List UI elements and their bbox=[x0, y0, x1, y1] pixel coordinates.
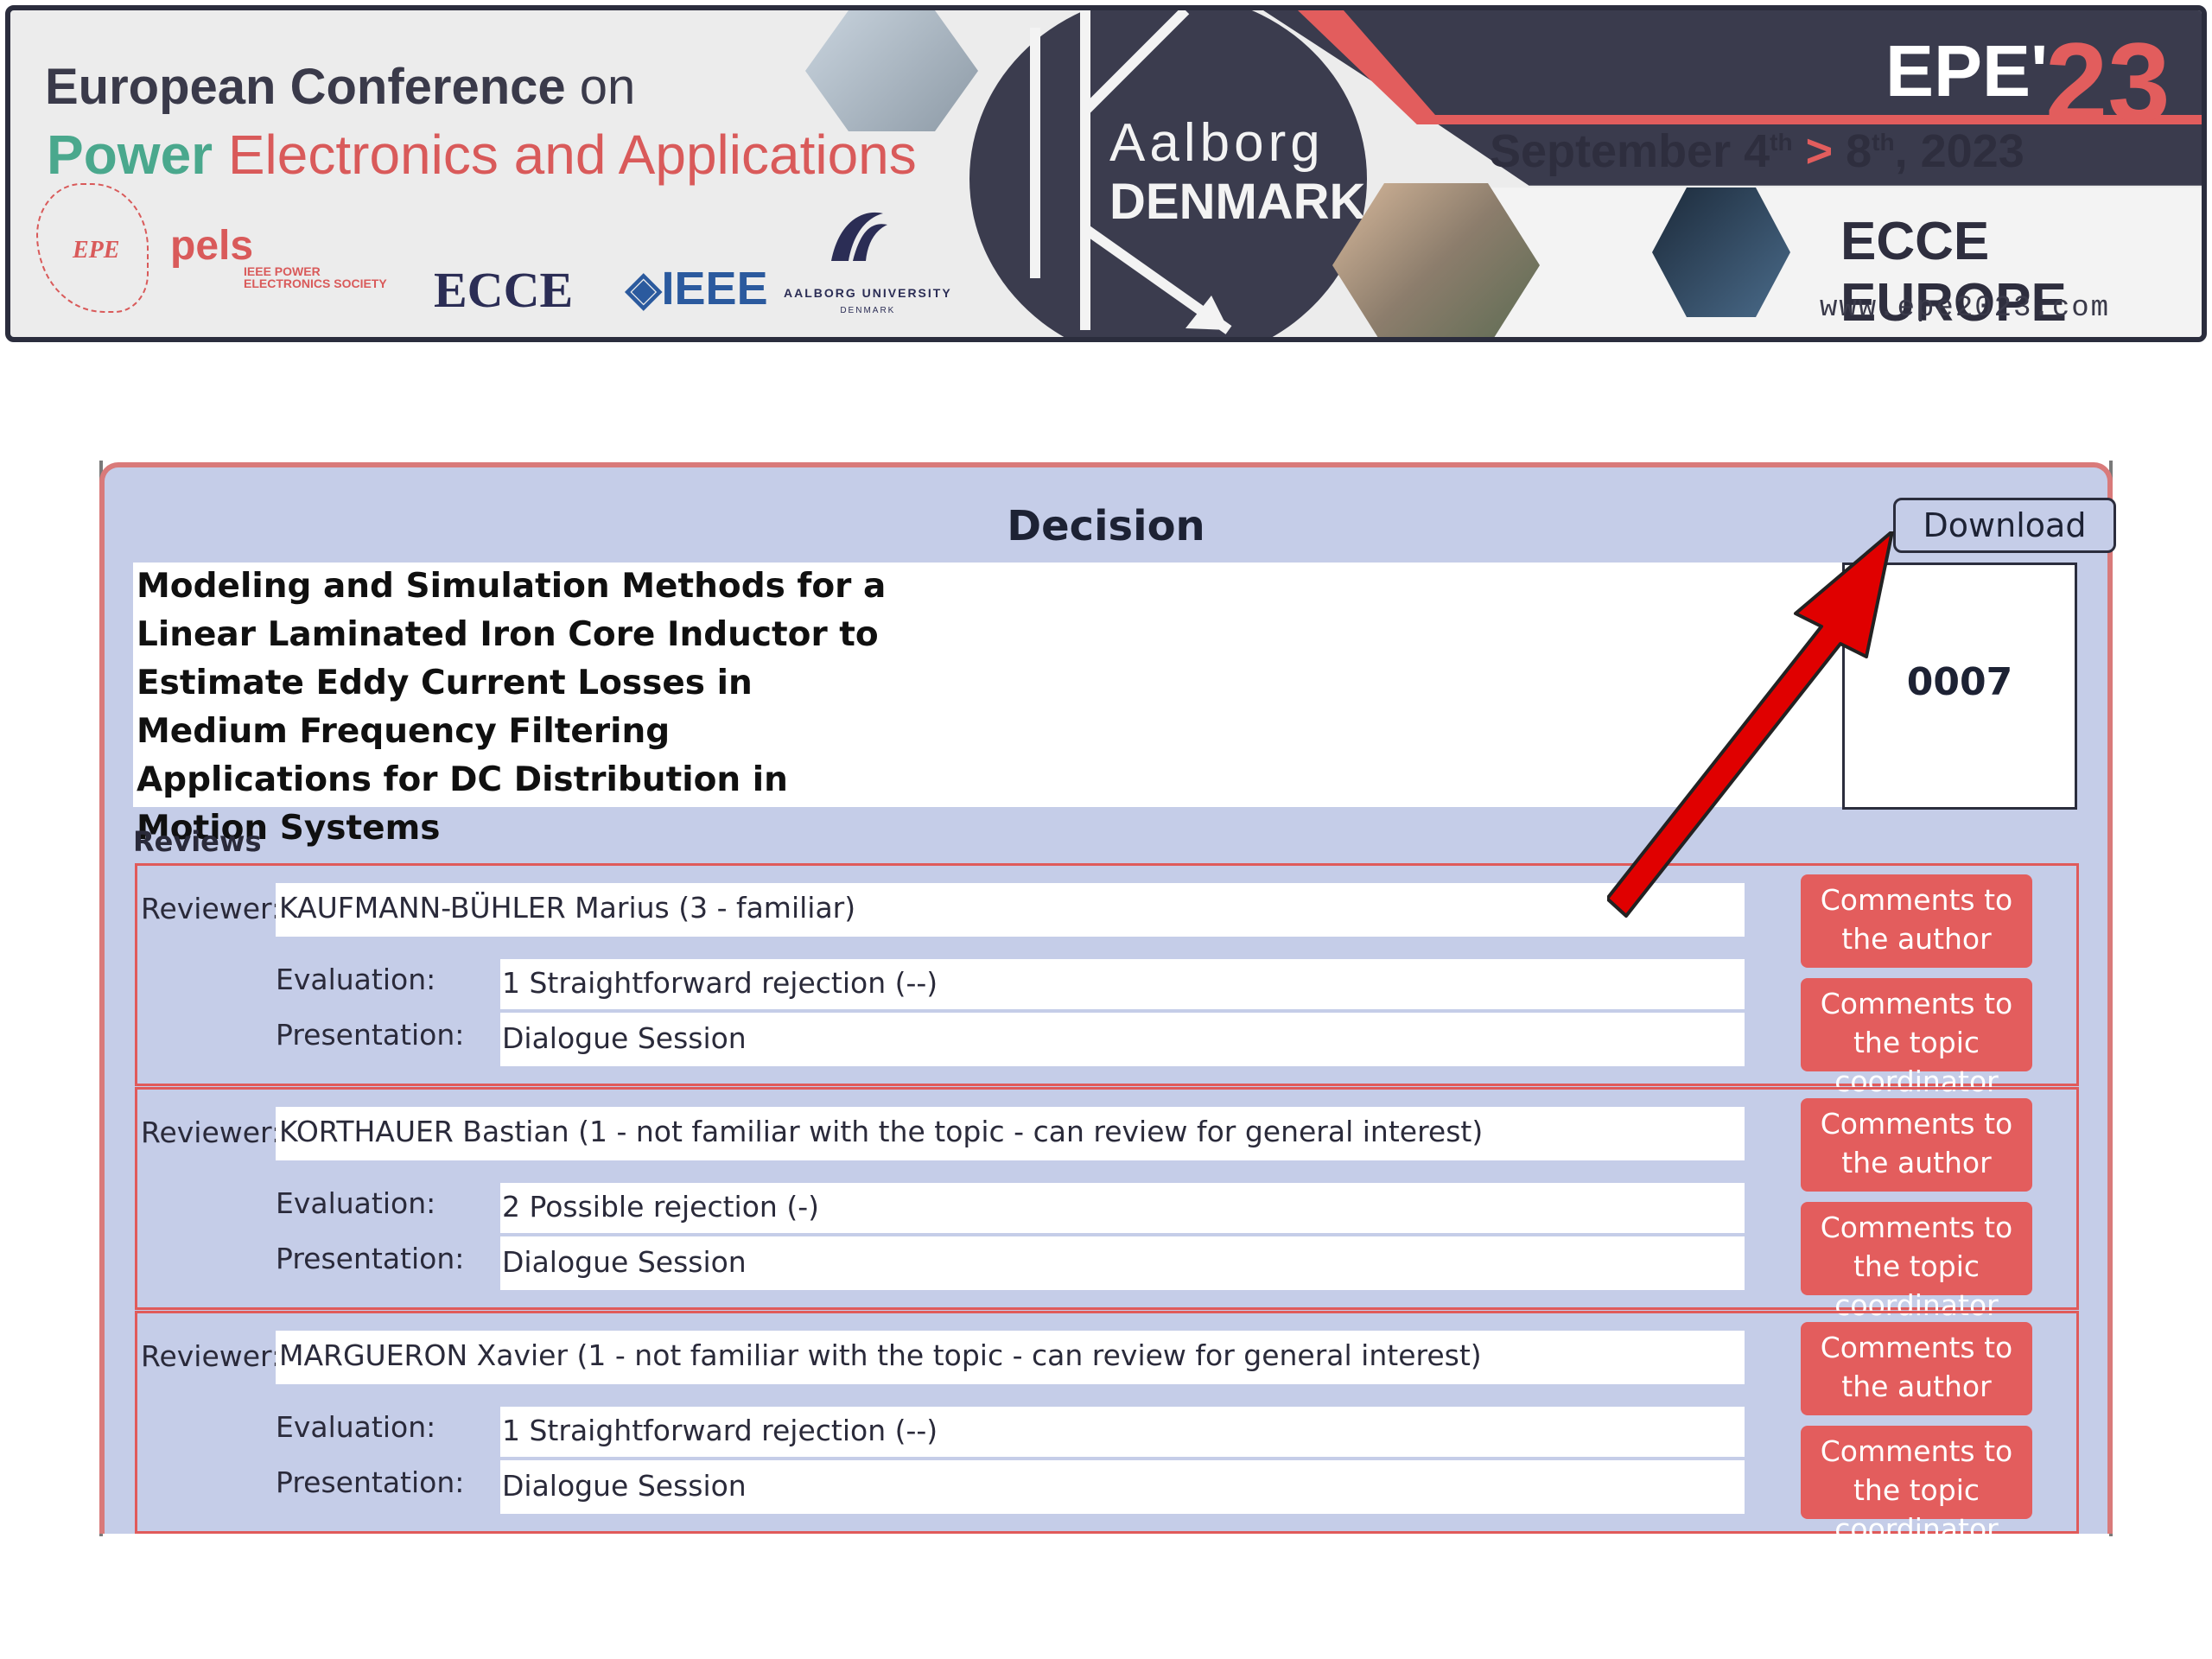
reviewer-name: MARGUERON Xavier (1 - not familiar with … bbox=[276, 1331, 1745, 1384]
evaluation-value: 1 Straightforward rejection (--) bbox=[500, 959, 1745, 1011]
evaluation-value: 1 Straightforward rejection (--) bbox=[500, 1407, 1745, 1459]
comments-to-author-button[interactable]: Comments to the author bbox=[1801, 1322, 2032, 1415]
logo-bar bbox=[1030, 28, 1040, 278]
evaluation-label: Evaluation: bbox=[276, 963, 436, 996]
website-link[interactable]: www.epe2023.com bbox=[1820, 292, 2110, 325]
event-year: 23 bbox=[2045, 19, 2171, 145]
evaluation-value: 2 Possible rejection (-) bbox=[500, 1183, 1745, 1235]
ecce-logo: ECCE bbox=[434, 262, 574, 318]
reviewer-label: Reviewer: bbox=[141, 1339, 282, 1373]
presentation-label: Presentation: bbox=[276, 1018, 465, 1052]
aalborg-university-wave-icon bbox=[831, 212, 887, 261]
epe-logo: EPE bbox=[36, 183, 149, 313]
comments-to-coordinator-button[interactable]: Comments to the topic coordinator bbox=[1801, 1426, 2032, 1546]
ieee-logo: ◈IEEE bbox=[626, 263, 768, 315]
conference-banner: European Conference on Power Electronics… bbox=[5, 5, 2207, 342]
review-card: Reviewer: KORTHAUER Bastian (1 - not fam… bbox=[135, 1087, 2079, 1322]
event-short-name: EPE' bbox=[1885, 30, 2049, 111]
comments-to-coordinator-button[interactable]: Comments to the topic coordinator bbox=[1801, 978, 2032, 1098]
presentation-value: Dialogue Session bbox=[500, 1013, 1745, 1066]
red-annotation-arrow-icon bbox=[1607, 531, 1894, 918]
review-card: Reviewer: MARGUERON Xavier (1 - not fami… bbox=[135, 1311, 2079, 1546]
aalborg-university-logo: AALBORG UNIVERSITY DENMARK bbox=[784, 286, 952, 315]
comments-to-coordinator-button[interactable]: Comments to the topic coordinator bbox=[1801, 1202, 2032, 1322]
reviewer-label: Reviewer: bbox=[141, 892, 282, 925]
comments-to-author-button[interactable]: Comments to the author bbox=[1801, 1098, 2032, 1192]
reviewer-name: KORTHAUER Bastian (1 - not familiar with… bbox=[276, 1107, 1745, 1160]
reviews-heading: Reviews bbox=[133, 825, 262, 858]
presentation-label: Presentation: bbox=[276, 1465, 465, 1499]
reviewer-label: Reviewer: bbox=[141, 1116, 282, 1149]
event-dates: September 4th > 8th, 2023 bbox=[1490, 125, 2024, 177]
conference-title-line2: Power Electronics and Applications bbox=[47, 124, 917, 186]
pels-logo-subtitle: IEEE POWER ELECTRONICS SOCIETY bbox=[244, 264, 387, 290]
presentation-label: Presentation: bbox=[276, 1242, 465, 1275]
reviewer-name: KAUFMANN-BÜHLER Marius (3 - familiar) bbox=[276, 883, 1745, 937]
paper-title: Modeling and Simulation Methods for a Li… bbox=[137, 567, 887, 848]
download-button[interactable]: Download bbox=[1893, 498, 2116, 553]
country-name: DENMARK bbox=[1109, 174, 1366, 230]
presentation-value: Dialogue Session bbox=[500, 1460, 1745, 1514]
evaluation-label: Evaluation: bbox=[276, 1410, 436, 1444]
city-name: Aalborg bbox=[1109, 113, 1325, 173]
wind-turbine-image bbox=[805, 10, 978, 131]
evaluation-label: Evaluation: bbox=[276, 1186, 436, 1220]
conference-title-line1: European Conference on bbox=[45, 59, 636, 115]
pels-logo: pels bbox=[170, 223, 254, 269]
presentation-value: Dialogue Session bbox=[500, 1236, 1745, 1290]
